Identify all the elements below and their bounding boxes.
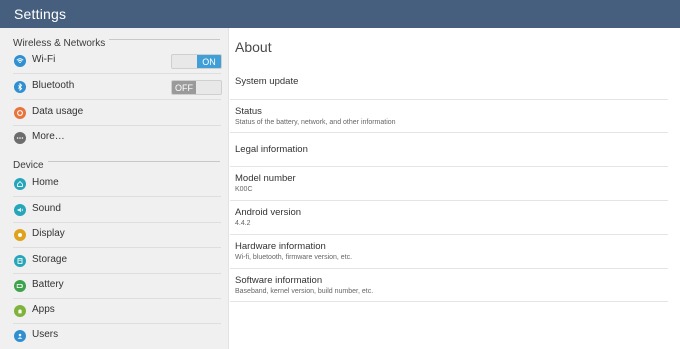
bluetooth-icon [14, 81, 26, 93]
sidebar-item-data-usage[interactable]: Data usage [0, 101, 228, 126]
sidebar-item-bluetooth[interactable]: Bluetooth OFF [0, 75, 228, 100]
row-divider [230, 132, 668, 133]
item-divider [13, 99, 221, 100]
sidebar-item-home[interactable]: Home [0, 172, 228, 197]
app-title: Settings [14, 6, 67, 22]
about-row-software-information[interactable]: Software information Baseband, kernel ve… [235, 275, 668, 295]
about-row-status[interactable]: Status Status of the battery, network, a… [235, 106, 668, 126]
about-row-legal-information[interactable]: Legal information [235, 144, 668, 155]
page-title: About [235, 39, 272, 55]
storage-icon [14, 255, 26, 267]
about-panel: About System update Status Status of the… [230, 28, 680, 349]
about-row-system-update[interactable]: System update [235, 76, 668, 87]
row-divider [230, 268, 668, 269]
sidebar-item-storage[interactable]: Storage [0, 249, 228, 274]
sidebar-item-display[interactable]: Display [0, 223, 228, 248]
row-divider [230, 234, 668, 235]
bluetooth-toggle[interactable]: OFF [171, 80, 222, 95]
sidebar-item-apps[interactable]: Apps [0, 299, 228, 324]
about-row-model-number[interactable]: Model number K00C [235, 173, 668, 193]
about-row-hardware-information[interactable]: Hardware information Wi-fi, bluetooth, f… [235, 241, 668, 261]
action-bar: Settings [0, 0, 680, 28]
row-divider [230, 200, 668, 201]
bluetooth-toggle-state: OFF [172, 81, 196, 94]
section-header-wireless: Wireless & Networks [13, 33, 220, 49]
item-divider [13, 73, 221, 74]
row-divider [230, 166, 668, 167]
about-row-android-version[interactable]: Android version 4.4.2 [235, 207, 668, 227]
item-divider [13, 196, 221, 197]
sidebar-item-sound[interactable]: Sound [0, 198, 228, 223]
sound-icon [14, 204, 26, 216]
settings-sidebar: Wireless & Networks Wi-Fi ON Bluetooth O… [0, 28, 229, 349]
sidebar-item-wifi[interactable]: Wi-Fi ON [0, 49, 228, 74]
sidebar-item-battery[interactable]: Battery [0, 274, 228, 299]
more-icon [14, 132, 26, 144]
battery-icon [14, 280, 26, 292]
row-divider [230, 99, 668, 100]
row-divider [230, 301, 668, 302]
apps-icon [14, 305, 26, 317]
section-header-device: Device [13, 155, 220, 171]
sidebar-item-users[interactable]: Users [0, 324, 228, 349]
wifi-toggle-state: ON [197, 55, 221, 68]
display-icon [14, 229, 26, 241]
wifi-toggle[interactable]: ON [171, 54, 222, 69]
home-icon [14, 178, 26, 190]
wifi-icon [14, 55, 26, 67]
item-divider [13, 247, 221, 248]
data-usage-icon [14, 107, 26, 119]
sidebar-item-more[interactable]: More… [0, 126, 228, 151]
users-icon [14, 330, 26, 342]
